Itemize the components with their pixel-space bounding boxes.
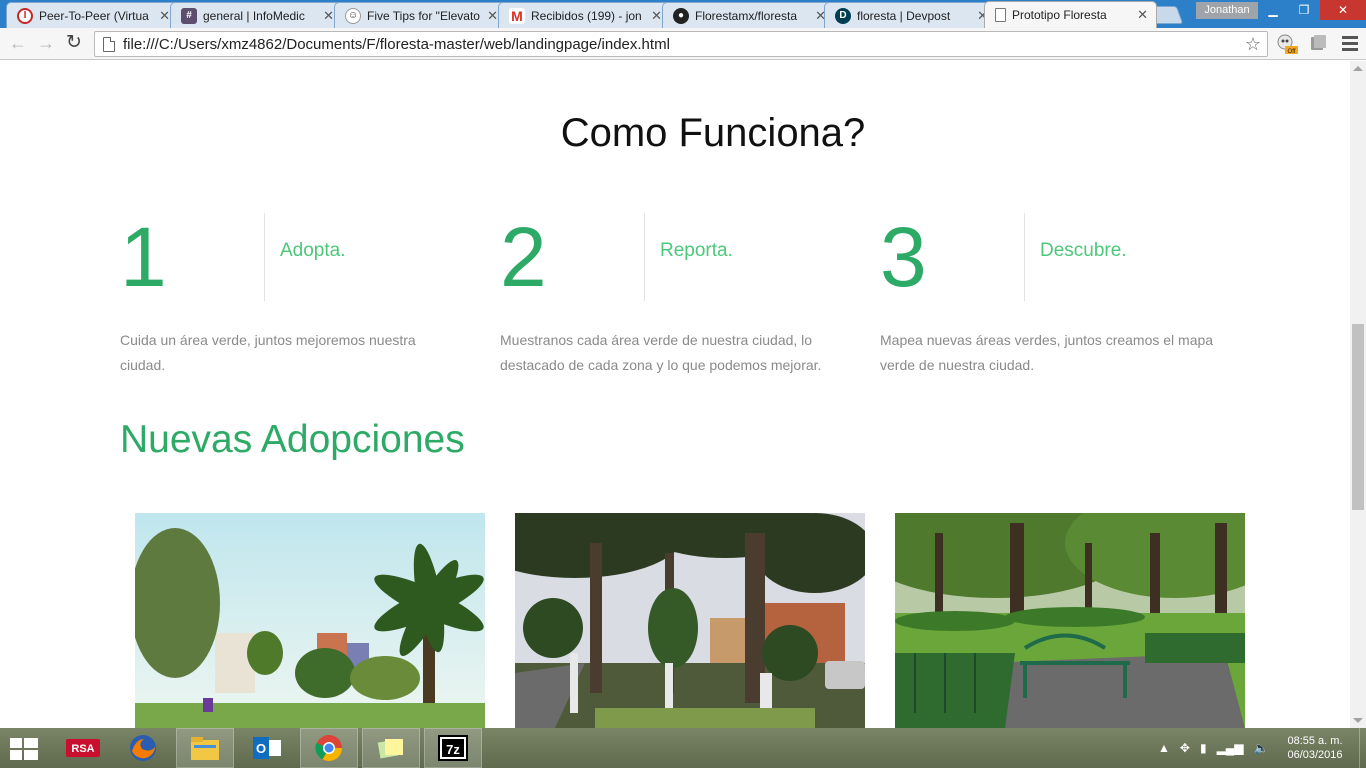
step-label: Adopta.: [280, 240, 346, 261]
step-number: 3: [880, 210, 927, 304]
tab-devpost[interactable]: D floresta | Devpost ✕: [824, 2, 997, 28]
network-icon[interactable]: ▂▄▆: [1217, 741, 1244, 755]
hash-icon: #: [181, 7, 197, 24]
tab-general-infomedic[interactable]: # general | InfoMedic ✕: [170, 2, 343, 28]
show-hidden-icons-icon[interactable]: ▲: [1158, 741, 1170, 755]
tab-title: Florestamx/floresta: [695, 8, 798, 23]
close-tab-icon[interactable]: ✕: [159, 8, 170, 24]
scroll-thumb[interactable]: [1352, 324, 1364, 510]
clock-time: 08:55 a. m.: [1287, 735, 1343, 747]
show-desktop-button[interactable]: [1359, 728, 1366, 768]
step-number: 2: [500, 210, 547, 304]
minimize-icon[interactable]: ▁: [1256, 0, 1290, 20]
sticky-notes-icon[interactable]: [362, 728, 420, 768]
clock-date: 06/03/2016: [1287, 749, 1343, 761]
tab-title: Five Tips for "Elevato: [367, 8, 480, 23]
extension-icon[interactable]: [1307, 33, 1329, 55]
step-description: Muestranos cada área verde de nuestra ci…: [500, 332, 822, 373]
tab-github-floresta[interactable]: ● Florestamx/floresta ✕: [662, 2, 835, 28]
outlook-icon[interactable]: O: [238, 728, 296, 768]
svg-text:Off: Off: [1288, 49, 1296, 55]
windows-start-icon[interactable]: [8, 736, 40, 762]
windows-taskbar: RSA O 7z ▲ ✥ ▮ ▂▄▆ 🔈 08:55 a. m. 06/03/2…: [0, 728, 1366, 768]
info-icon: I: [17, 7, 33, 24]
adoptions-title: Nuevas Adopciones: [120, 418, 465, 461]
restore-icon[interactable]: ❐: [1287, 0, 1321, 20]
svg-text:7z: 7z: [446, 742, 460, 757]
browser-tab-strip: I Peer-To-Peer (Virtua ✕ # general | Inf…: [0, 0, 1366, 28]
rsa-icon[interactable]: RSA: [54, 728, 112, 768]
step-label: Descubre.: [1040, 240, 1127, 261]
7zip-icon[interactable]: 7z: [424, 728, 482, 768]
tab-recibidos[interactable]: M Recibidos (199) - jon ✕: [498, 2, 671, 28]
address-bar[interactable]: file:///C:/Users/xmz4862/Documents/F/flo…: [94, 31, 1268, 57]
firefox-icon[interactable]: [114, 728, 172, 768]
tab-title: Prototipo Floresta: [1012, 8, 1107, 22]
tab-peer-to-peer[interactable]: I Peer-To-Peer (Virtua ✕: [6, 2, 179, 28]
scroll-up-arrow-icon[interactable]: [1353, 66, 1363, 71]
tab-five-tips[interactable]: ☺ Five Tips for "Elevato ✕: [334, 2, 507, 28]
tab-title: Recibidos (199) - jon: [531, 8, 642, 23]
reload-icon[interactable]: ↻: [62, 32, 86, 56]
step-description: Cuida un área verde, juntos mejoremos nu…: [120, 332, 416, 373]
extension-off-icon[interactable]: Off: [1276, 33, 1298, 55]
step-label: Reporta.: [660, 240, 733, 261]
close-window-icon[interactable]: ✕: [1320, 0, 1366, 20]
tab-title: Peer-To-Peer (Virtua: [39, 8, 149, 23]
chrome-icon[interactable]: [300, 728, 358, 768]
step-adopta: 1 Adopta. Cuida un área verde, juntos me…: [120, 213, 500, 393]
divider: [1024, 213, 1025, 301]
system-tray: ▲ ✥ ▮ ▂▄▆ 🔈: [1158, 728, 1268, 768]
system-clock[interactable]: 08:55 a. m. 06/03/2016: [1282, 734, 1348, 762]
step-number: 1: [120, 210, 167, 304]
page-scrollbar[interactable]: [1350, 61, 1366, 728]
tab-title: floresta | Devpost: [857, 8, 951, 23]
step-description: Mapea nuevas áreas verdes, juntos creamo…: [880, 332, 1214, 373]
close-tab-icon[interactable]: ✕: [487, 8, 498, 24]
scroll-down-arrow-icon[interactable]: [1353, 718, 1363, 723]
file-explorer-icon[interactable]: [176, 728, 234, 768]
tab-prototipo-floresta[interactable]: Prototipo Floresta ✕: [984, 1, 1157, 28]
browser-toolbar: ← → ↻ file:///C:/Users/xmz4862/Documents…: [0, 28, 1366, 60]
url-text[interactable]: file:///C:/Users/xmz4862/Documents/F/flo…: [123, 36, 1245, 53]
section-title: Como Funciona?: [560, 111, 866, 155]
menu-icon[interactable]: [1342, 36, 1358, 54]
gmail-icon: M: [509, 7, 525, 24]
page-icon: [995, 8, 1006, 22]
star-icon[interactable]: ☆: [1245, 34, 1261, 55]
close-tab-icon[interactable]: ✕: [1137, 7, 1148, 23]
adoption-photo[interactable]: [515, 513, 865, 728]
tab-title: general | InfoMedic: [203, 8, 305, 23]
dropbox-icon[interactable]: ✥: [1180, 741, 1190, 755]
page-viewport: Como Funciona? 1 Adopta. Cuida un área v…: [0, 61, 1350, 728]
adoption-photo[interactable]: [895, 513, 1245, 728]
divider: [644, 213, 645, 301]
divider: [264, 213, 265, 301]
volume-icon[interactable]: 🔈: [1254, 741, 1269, 755]
adoption-photo[interactable]: [135, 513, 485, 728]
github-icon: ●: [673, 7, 689, 24]
devpost-icon: D: [835, 7, 851, 24]
page-icon: [103, 36, 115, 52]
close-tab-icon[interactable]: ✕: [651, 8, 662, 24]
power-icon[interactable]: ▮: [1200, 741, 1207, 755]
forward-arrow-icon[interactable]: →: [34, 32, 58, 56]
svg-text:O: O: [256, 741, 266, 756]
step-reporta: 2 Reporta. Muestranos cada área verde de…: [500, 213, 880, 393]
profile-button[interactable]: Jonathan: [1196, 2, 1258, 19]
svg-text:RSA: RSA: [71, 743, 94, 755]
close-tab-icon[interactable]: ✕: [323, 8, 334, 24]
back-arrow-icon[interactable]: ←: [6, 32, 30, 56]
reddit-icon: ☺: [345, 7, 361, 24]
step-descubre: 3 Descubre. Mapea nuevas áreas verdes, j…: [880, 213, 1260, 393]
